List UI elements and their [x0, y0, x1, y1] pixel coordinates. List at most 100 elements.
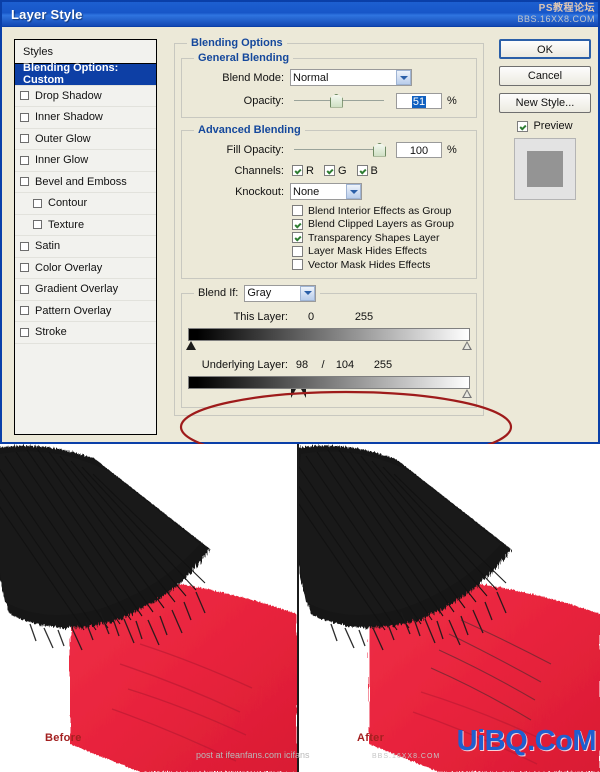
underlying-layer-gradient-bar[interactable]: [188, 375, 470, 389]
blend-if-select-wrap[interactable]: Gray: [244, 284, 317, 302]
blending-options-column: Blending Options General Blending Blend …: [174, 37, 484, 416]
style-item-pattern-overlay[interactable]: Pattern Overlay: [15, 301, 156, 322]
option-checkbox[interactable]: [292, 218, 303, 230]
screenshot-root: Layer Style PS教程论坛 BBS.16XX8.COM Styles …: [0, 0, 600, 772]
style-item-stroke[interactable]: Stroke: [15, 322, 156, 344]
blend-mode-select-wrap[interactable]: Normal: [290, 69, 412, 86]
dialog-titlebar[interactable]: Layer Style PS教程论坛 BBS.16XX8.COM: [2, 2, 598, 27]
after-paintbrush-image: [299, 444, 600, 772]
this-layer-black-marker[interactable]: [186, 340, 196, 350]
channel-checkbox-r[interactable]: [292, 165, 303, 176]
opacity-slider[interactable]: [294, 93, 384, 108]
option-checkbox[interactable]: [292, 259, 303, 271]
preview-thumbnail: [514, 138, 576, 200]
preview-thumbnail-swatch: [527, 151, 563, 187]
channel-r[interactable]: R: [292, 165, 314, 177]
option-checkbox[interactable]: [292, 232, 303, 244]
ok-button[interactable]: OK: [499, 39, 591, 59]
style-item-label: Blending Options: Custom: [23, 62, 119, 87]
fill-opacity-label: Fill Opacity:: [226, 143, 284, 156]
bottom-watermark-small-2: BBS.16XX8.COM: [372, 753, 441, 760]
underlying-white-marker[interactable]: [462, 388, 472, 398]
fill-opacity-slider[interactable]: [294, 142, 386, 157]
preview-toggle[interactable]: Preview: [499, 120, 591, 132]
style-item-drop-shadow[interactable]: Drop Shadow: [15, 86, 156, 107]
general-blending-group: General Blending Blend Mode: Normal Opac…: [181, 52, 477, 118]
style-item-satin[interactable]: Satin: [15, 236, 156, 258]
this-layer-row: This Layer: 0 255: [188, 307, 470, 328]
before-caption: Before: [45, 732, 82, 744]
option-checkbox[interactable]: [292, 205, 303, 217]
fill-opacity-slider-track: [294, 149, 384, 150]
opacity-label: Opacity:: [243, 94, 284, 107]
style-item-checkbox[interactable]: [33, 198, 42, 208]
new-style-button[interactable]: New Style...: [499, 93, 591, 113]
style-item-blending-options-custom[interactable]: Blending Options: Custom: [15, 62, 156, 87]
style-item-checkbox[interactable]: [20, 263, 29, 273]
cancel-button[interactable]: Cancel: [499, 66, 591, 86]
knockout-row: Knockout: None: [188, 181, 470, 202]
knockout-select[interactable]: None: [290, 183, 362, 200]
channel-b[interactable]: B: [356, 165, 378, 177]
style-item-texture[interactable]: Texture: [15, 215, 156, 236]
blend-if-legend: Blend If: Gray: [194, 284, 320, 302]
blend-if-label: Blend If:: [198, 287, 239, 299]
style-item-checkbox[interactable]: [20, 284, 29, 294]
blend-mode-select[interactable]: Normal: [290, 69, 412, 86]
style-item-contour[interactable]: Contour: [15, 193, 156, 215]
style-item-label: Pattern Overlay: [35, 304, 112, 317]
fill-opacity-unit: %: [447, 143, 457, 156]
styles-header: Styles: [15, 40, 156, 64]
style-item-gradient-overlay[interactable]: Gradient Overlay: [15, 279, 156, 301]
style-item-checkbox[interactable]: [33, 220, 42, 230]
fill-opacity-input[interactable]: 100: [396, 141, 442, 158]
option-blend-interior-effects-as-group[interactable]: Blend Interior Effects as Group: [292, 204, 470, 218]
blend-if-select[interactable]: Gray: [244, 284, 317, 302]
style-item-outer-glow[interactable]: Outer Glow: [15, 129, 156, 150]
option-vector-mask-hides-effects[interactable]: Vector Mask Hides Effects: [292, 258, 470, 272]
style-item-checkbox[interactable]: [20, 134, 29, 144]
underlying-black-marker-right[interactable]: [301, 388, 306, 398]
this-layer-white-marker[interactable]: [462, 340, 472, 350]
watermark-line-1: PS教程论坛: [538, 3, 595, 14]
option-blend-clipped-layers-as-group[interactable]: Blend Clipped Layers as Group: [292, 218, 470, 232]
style-item-checkbox[interactable]: [20, 112, 29, 122]
style-item-checkbox[interactable]: [20, 155, 29, 165]
dialog-title: Layer Style: [11, 6, 83, 22]
channel-checkbox-b[interactable]: [356, 165, 368, 176]
opacity-slider-thumb[interactable]: [329, 93, 343, 108]
preview-checkbox[interactable]: [517, 120, 529, 132]
style-item-inner-shadow[interactable]: Inner Shadow: [15, 107, 156, 129]
opacity-input[interactable]: 51: [396, 92, 442, 109]
style-item-label: Bevel and Emboss: [35, 175, 127, 188]
option-layer-mask-hides-effects[interactable]: Layer Mask Hides Effects: [292, 245, 470, 259]
channel-g[interactable]: G: [323, 165, 347, 177]
style-item-checkbox[interactable]: [20, 177, 29, 187]
channel-label: R: [306, 164, 314, 177]
this-layer-gradient-bar[interactable]: [188, 327, 470, 341]
style-item-checkbox[interactable]: [20, 306, 29, 316]
opacity-row: Opacity: 51 %: [188, 90, 470, 111]
style-item-label: Inner Glow: [35, 154, 89, 167]
dialog-buttons: OK Cancel New Style... Preview: [499, 39, 591, 200]
style-item-color-overlay[interactable]: Color Overlay: [15, 258, 156, 279]
option-transparency-shapes-layer[interactable]: Transparency Shapes Layer: [292, 231, 470, 245]
style-item-checkbox[interactable]: [20, 91, 29, 101]
knockout-select-wrap[interactable]: None: [290, 183, 362, 200]
option-checkbox[interactable]: [292, 245, 303, 257]
style-item-label: Satin: [35, 240, 61, 253]
knockout-label: Knockout:: [235, 185, 284, 198]
style-item-checkbox[interactable]: [20, 241, 29, 251]
blend-if-group: Blend If: Gray This Layer: 0 255 Underly…: [181, 284, 477, 408]
style-item-bevel-and-emboss[interactable]: Bevel and Emboss: [15, 172, 156, 193]
blending-options-title: Blending Options: [191, 37, 283, 49]
fill-opacity-slider-thumb[interactable]: [373, 142, 386, 157]
style-item-label: Outer Glow: [35, 132, 91, 145]
style-item-label: Drop Shadow: [35, 89, 102, 102]
advanced-blending-title: Advanced Blending: [198, 124, 301, 136]
channel-checkbox-g[interactable]: [323, 165, 335, 176]
style-item-inner-glow[interactable]: Inner Glow: [15, 150, 156, 172]
underlying-black-marker-left[interactable]: [291, 388, 296, 398]
style-item-label: Contour: [48, 197, 88, 210]
style-item-checkbox[interactable]: [20, 327, 29, 337]
